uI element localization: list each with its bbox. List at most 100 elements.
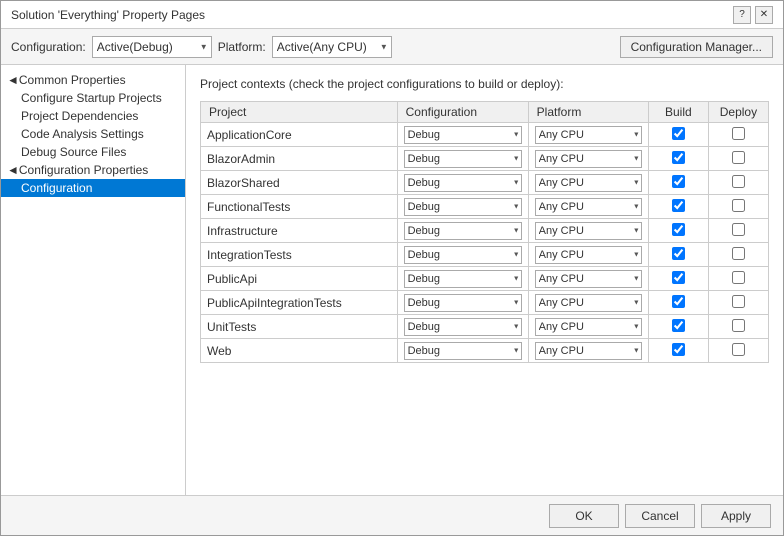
content-title: Project contexts (check the project conf… bbox=[200, 77, 769, 91]
deploy-checkbox[interactable] bbox=[732, 343, 745, 356]
close-button[interactable]: ✕ bbox=[755, 6, 773, 24]
build-checkbox[interactable] bbox=[672, 223, 685, 236]
cell-build bbox=[648, 291, 708, 315]
main-content: ◄Common Properties Configure Startup Pro… bbox=[1, 65, 783, 495]
cell-platform: Any CPU bbox=[528, 291, 648, 315]
build-checkbox[interactable] bbox=[672, 175, 685, 188]
config-row-select[interactable]: Debug bbox=[404, 246, 522, 264]
toolbar: Configuration: Active(Debug) Platform: A… bbox=[1, 29, 783, 65]
platform-row-select[interactable]: Any CPU bbox=[535, 246, 642, 264]
table-row: PublicApiIntegrationTests Debug Any CPU bbox=[201, 291, 769, 315]
help-button[interactable]: ? bbox=[733, 6, 751, 24]
config-label: Configuration: bbox=[11, 40, 86, 54]
dialog: Solution 'Everything' Property Pages ? ✕… bbox=[0, 0, 784, 536]
sidebar-item-code-analysis[interactable]: Code Analysis Settings bbox=[1, 125, 185, 143]
deploy-checkbox[interactable] bbox=[732, 223, 745, 236]
platform-row-select[interactable]: Any CPU bbox=[535, 342, 642, 360]
cell-config: Debug bbox=[397, 171, 528, 195]
sidebar-group-config-header[interactable]: ◄Configuration Properties bbox=[1, 161, 185, 179]
cell-project: Web bbox=[201, 339, 398, 363]
build-checkbox[interactable] bbox=[672, 343, 685, 356]
cell-build bbox=[648, 171, 708, 195]
config-row-select[interactable]: Debug bbox=[404, 294, 522, 312]
cell-deploy bbox=[708, 291, 768, 315]
deploy-checkbox[interactable] bbox=[732, 271, 745, 284]
table-row: BlazorAdmin Debug Any CPU bbox=[201, 147, 769, 171]
platform-row-select[interactable]: Any CPU bbox=[535, 270, 642, 288]
build-checkbox[interactable] bbox=[672, 295, 685, 308]
cell-build bbox=[648, 123, 708, 147]
platform-row-select[interactable]: Any CPU bbox=[535, 294, 642, 312]
cell-config: Debug bbox=[397, 219, 528, 243]
apply-button[interactable]: Apply bbox=[701, 504, 771, 528]
cell-platform: Any CPU bbox=[528, 315, 648, 339]
build-checkbox[interactable] bbox=[672, 151, 685, 164]
cell-config: Debug bbox=[397, 339, 528, 363]
sidebar: ◄Common Properties Configure Startup Pro… bbox=[1, 65, 186, 495]
sidebar-item-configuration[interactable]: Configuration bbox=[1, 179, 185, 197]
platform-row-select[interactable]: Any CPU bbox=[535, 126, 642, 144]
config-row-select[interactable]: Debug bbox=[404, 174, 522, 192]
platform-row-select[interactable]: Any CPU bbox=[535, 222, 642, 240]
platform-row-select[interactable]: Any CPU bbox=[535, 174, 642, 192]
config-row-select[interactable]: Debug bbox=[404, 222, 522, 240]
config-row-select[interactable]: Debug bbox=[404, 318, 522, 336]
cell-deploy bbox=[708, 171, 768, 195]
platform-select[interactable]: Active(Any CPU) bbox=[272, 36, 392, 58]
cell-build bbox=[648, 315, 708, 339]
deploy-checkbox[interactable] bbox=[732, 295, 745, 308]
table-row: IntegrationTests Debug Any CPU bbox=[201, 243, 769, 267]
cell-build bbox=[648, 243, 708, 267]
platform-row-select[interactable]: Any CPU bbox=[535, 198, 642, 216]
cell-project: PublicApiIntegrationTests bbox=[201, 291, 398, 315]
ok-button[interactable]: OK bbox=[549, 504, 619, 528]
cell-platform: Any CPU bbox=[528, 243, 648, 267]
sidebar-item-project-dependencies[interactable]: Project Dependencies bbox=[1, 107, 185, 125]
cell-config: Debug bbox=[397, 291, 528, 315]
table-row: UnitTestsDebugAny CPU bbox=[201, 315, 769, 339]
cell-project: Infrastructure bbox=[201, 219, 398, 243]
cell-platform: Any CPU bbox=[528, 123, 648, 147]
col-header-platform: Platform bbox=[528, 102, 648, 123]
deploy-checkbox[interactable] bbox=[732, 199, 745, 212]
config-manager-button[interactable]: Configuration Manager... bbox=[620, 36, 773, 58]
sidebar-group-common-header[interactable]: ◄Common Properties bbox=[1, 71, 185, 89]
cell-deploy bbox=[708, 267, 768, 291]
deploy-checkbox[interactable] bbox=[732, 151, 745, 164]
build-checkbox[interactable] bbox=[672, 247, 685, 260]
platform-row-select[interactable]: Any CPU bbox=[535, 150, 642, 168]
cell-platform: Any CPU bbox=[528, 267, 648, 291]
cell-config: Debug bbox=[397, 123, 528, 147]
config-row-select[interactable]: Debug bbox=[404, 270, 522, 288]
deploy-checkbox[interactable] bbox=[732, 127, 745, 140]
deploy-checkbox[interactable] bbox=[732, 247, 745, 260]
sidebar-item-debug-source[interactable]: Debug Source Files bbox=[1, 143, 185, 161]
platform-select-wrap: Active(Any CPU) bbox=[272, 36, 392, 58]
build-checkbox[interactable] bbox=[672, 319, 685, 332]
cell-project: BlazorAdmin bbox=[201, 147, 398, 171]
cell-config: Debug bbox=[397, 267, 528, 291]
sidebar-item-configure-startup[interactable]: Configure Startup Projects bbox=[1, 89, 185, 107]
platform-row-select[interactable]: Any CPU bbox=[535, 318, 642, 336]
build-checkbox[interactable] bbox=[672, 199, 685, 212]
config-row-select[interactable]: Debug bbox=[404, 150, 522, 168]
cell-deploy bbox=[708, 195, 768, 219]
deploy-checkbox[interactable] bbox=[732, 319, 745, 332]
sidebar-group-config: ◄Configuration Properties Configuration bbox=[1, 161, 185, 197]
table-row: ApplicationCoreDebugAny CPU bbox=[201, 123, 769, 147]
col-header-config: Configuration bbox=[397, 102, 528, 123]
cell-platform: Any CPU bbox=[528, 195, 648, 219]
cell-project: BlazorShared bbox=[201, 171, 398, 195]
cell-project: IntegrationTests bbox=[201, 243, 398, 267]
build-checkbox[interactable] bbox=[672, 271, 685, 284]
build-checkbox[interactable] bbox=[672, 127, 685, 140]
config-row-select[interactable]: Debug bbox=[404, 342, 522, 360]
sidebar-group-common: ◄Common Properties Configure Startup Pro… bbox=[1, 71, 185, 161]
config-select[interactable]: Active(Debug) bbox=[92, 36, 212, 58]
cancel-button[interactable]: Cancel bbox=[625, 504, 695, 528]
deploy-checkbox[interactable] bbox=[732, 175, 745, 188]
cell-platform: Any CPU bbox=[528, 171, 648, 195]
config-row-select[interactable]: Debug bbox=[404, 126, 522, 144]
cell-platform: Any CPU bbox=[528, 339, 648, 363]
config-row-select[interactable]: Debug bbox=[404, 198, 522, 216]
